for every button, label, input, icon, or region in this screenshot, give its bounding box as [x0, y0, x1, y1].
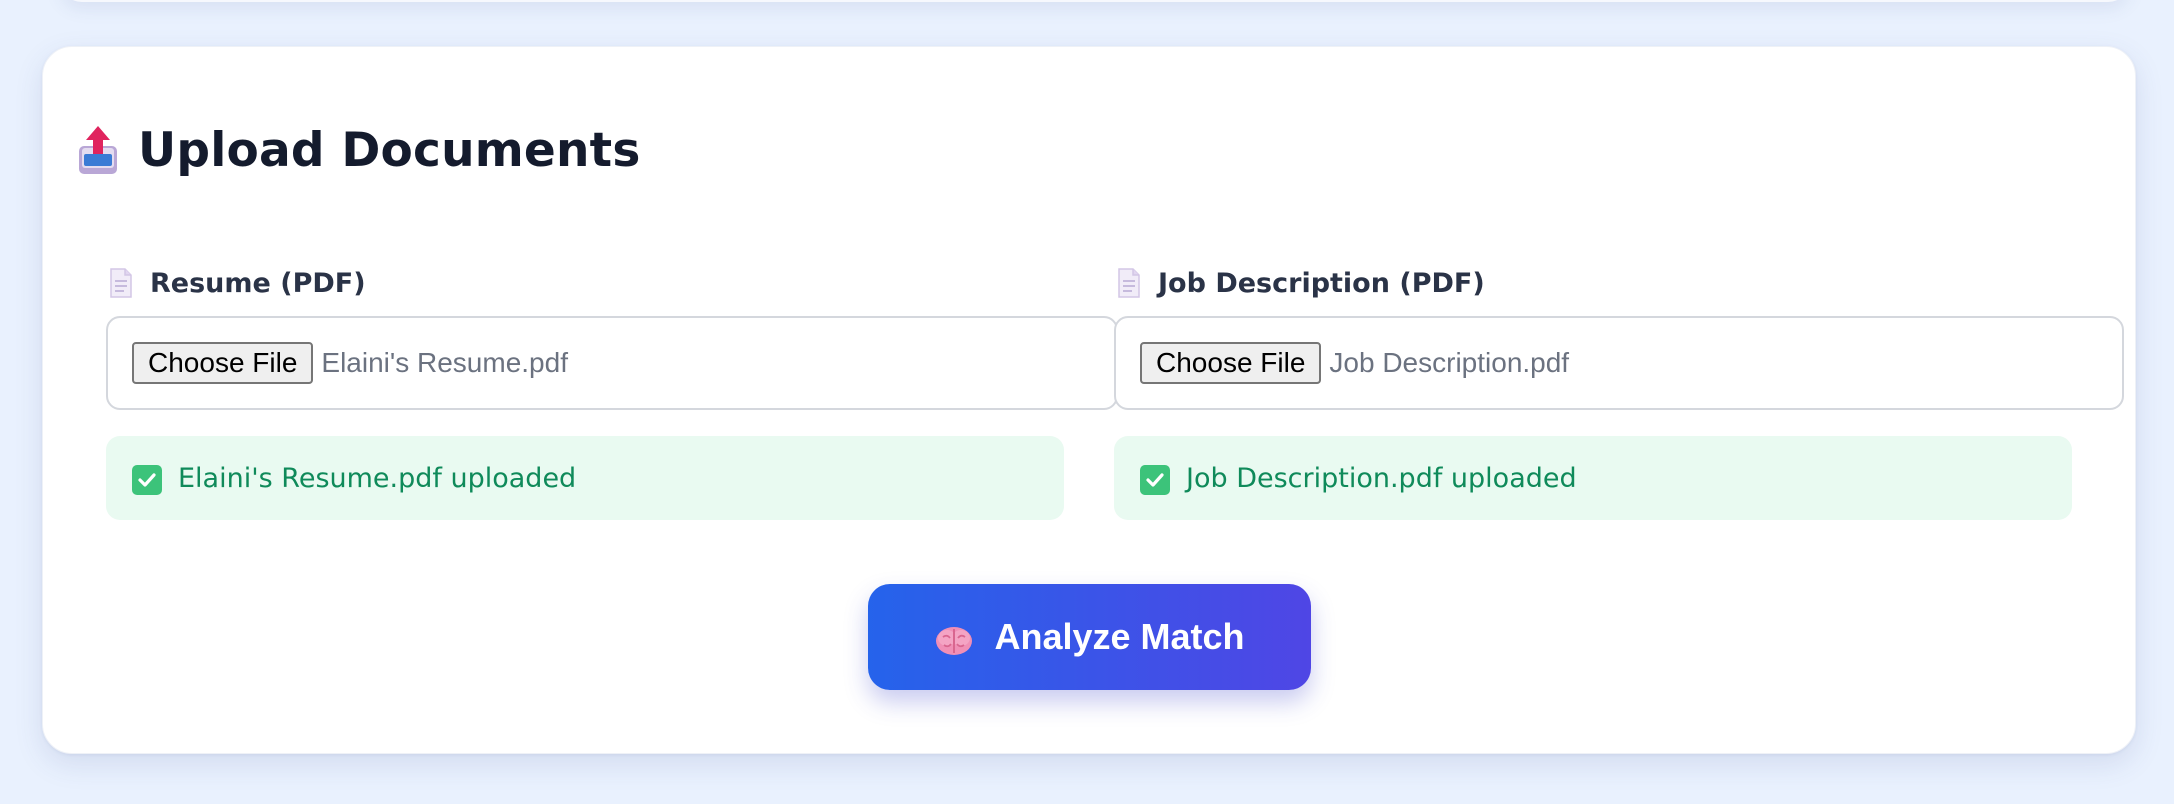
- brain-icon: [934, 623, 974, 659]
- resume-label-text: Resume (PDF): [150, 267, 366, 299]
- outbox-tray-icon: [76, 120, 120, 180]
- page-document-icon: [108, 267, 134, 299]
- job-description-choose-file-button[interactable]: Choose File: [1140, 342, 1322, 384]
- page-title: Upload Documents: [138, 122, 641, 178]
- resume-choose-file-button[interactable]: Choose File: [132, 342, 314, 384]
- resume-label: Resume (PDF): [108, 262, 366, 304]
- analyze-match-label: Analyze Match: [994, 616, 1245, 657]
- job-description-label-text: Job Description (PDF): [1158, 267, 1485, 299]
- resume-file-input[interactable]: Choose File Elaini's Resume.pdf: [106, 316, 1118, 410]
- top-card-edge: [60, 0, 2130, 2]
- analyze-match-button[interactable]: Analyze Match: [868, 584, 1311, 690]
- job-description-upload-status: Job Description.pdf uploaded: [1114, 436, 2072, 520]
- job-description-label: Job Description (PDF): [1116, 262, 1485, 304]
- resume-file-name: Elaini's Resume.pdf: [321, 347, 568, 378]
- job-description-file-input[interactable]: Choose File Job Description.pdf: [1114, 316, 2124, 410]
- resume-status-text: Elaini's Resume.pdf uploaded: [178, 462, 577, 494]
- check-mark-button-icon: [1140, 465, 1170, 495]
- check-mark-button-icon: [132, 465, 162, 495]
- job-description-file-name: Job Description.pdf: [1329, 347, 1570, 378]
- section-heading: Upload Documents: [76, 110, 641, 190]
- resume-upload-status: Elaini's Resume.pdf uploaded: [106, 436, 1064, 520]
- job-description-status-text: Job Description.pdf uploaded: [1186, 462, 1577, 494]
- page-document-icon: [1116, 267, 1142, 299]
